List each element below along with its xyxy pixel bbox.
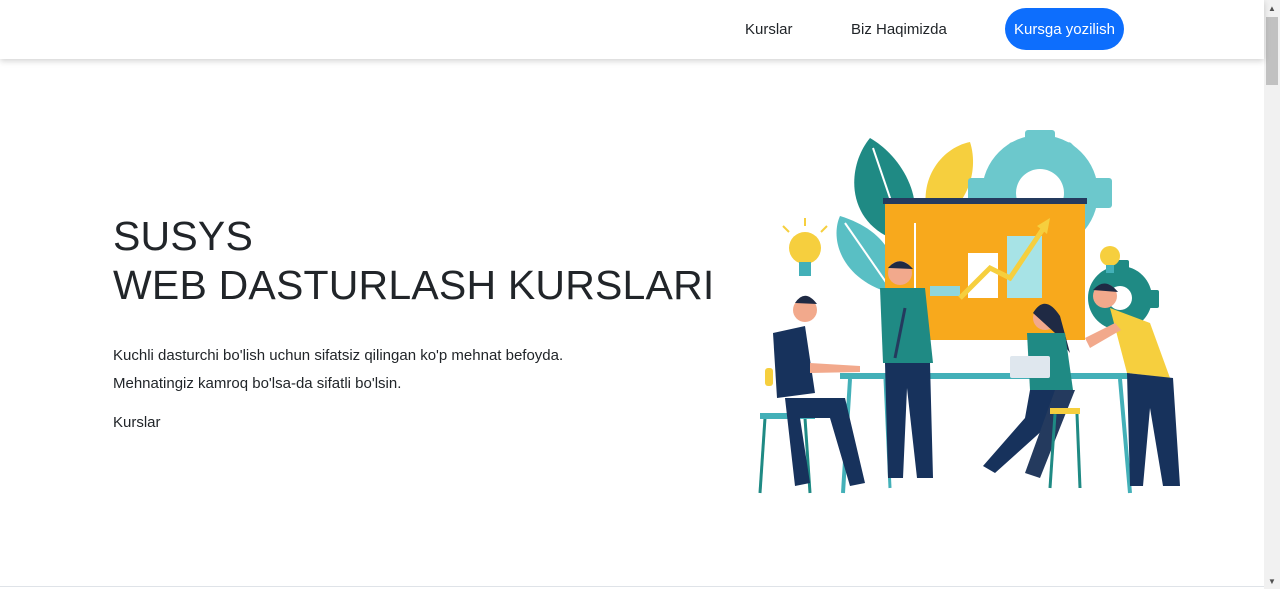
hero-text-line2: Mehnatingiz kamroq bo'lsa-da sifatli bo'…: [113, 375, 402, 392]
hero-courses-link[interactable]: Kurslar: [113, 414, 161, 431]
hero-text-line1: Kuchli dasturchi bo'lish uchun sifatsiz …: [113, 347, 564, 364]
hero-title-line2: WEB DASTURLASH KURSLARI: [113, 262, 715, 308]
enroll-button[interactable]: Kursga yozilish: [1005, 8, 1124, 50]
hero-title-line1: SUSYS: [113, 213, 253, 259]
navbar: Kurslar Biz Haqimizda Kursga yozilish: [0, 0, 1264, 59]
scroll-up-icon[interactable]: ▲: [1264, 0, 1280, 16]
hero-description: Kuchli dasturchi bo'lish uchun sifatsiz …: [113, 342, 563, 398]
team-meeting-illustration: [758, 130, 1180, 494]
scroll-thumb[interactable]: [1266, 17, 1278, 85]
nav-link-courses[interactable]: Kurslar: [745, 21, 793, 38]
meeting-table: [840, 373, 1130, 379]
hero-title: SUSYS WEB DASTURLASH KURSLARI: [113, 212, 715, 310]
person-standing-center: [880, 261, 933, 478]
scroll-down-icon[interactable]: ▼: [1264, 573, 1280, 589]
section-divider: [0, 586, 1264, 587]
laptop-icon: [1010, 356, 1050, 378]
page-scrollbar[interactable]: ▲ ▼: [1264, 0, 1280, 589]
lightbulb-icon: [782, 218, 828, 276]
nav-link-about[interactable]: Biz Haqimizda: [851, 21, 947, 38]
